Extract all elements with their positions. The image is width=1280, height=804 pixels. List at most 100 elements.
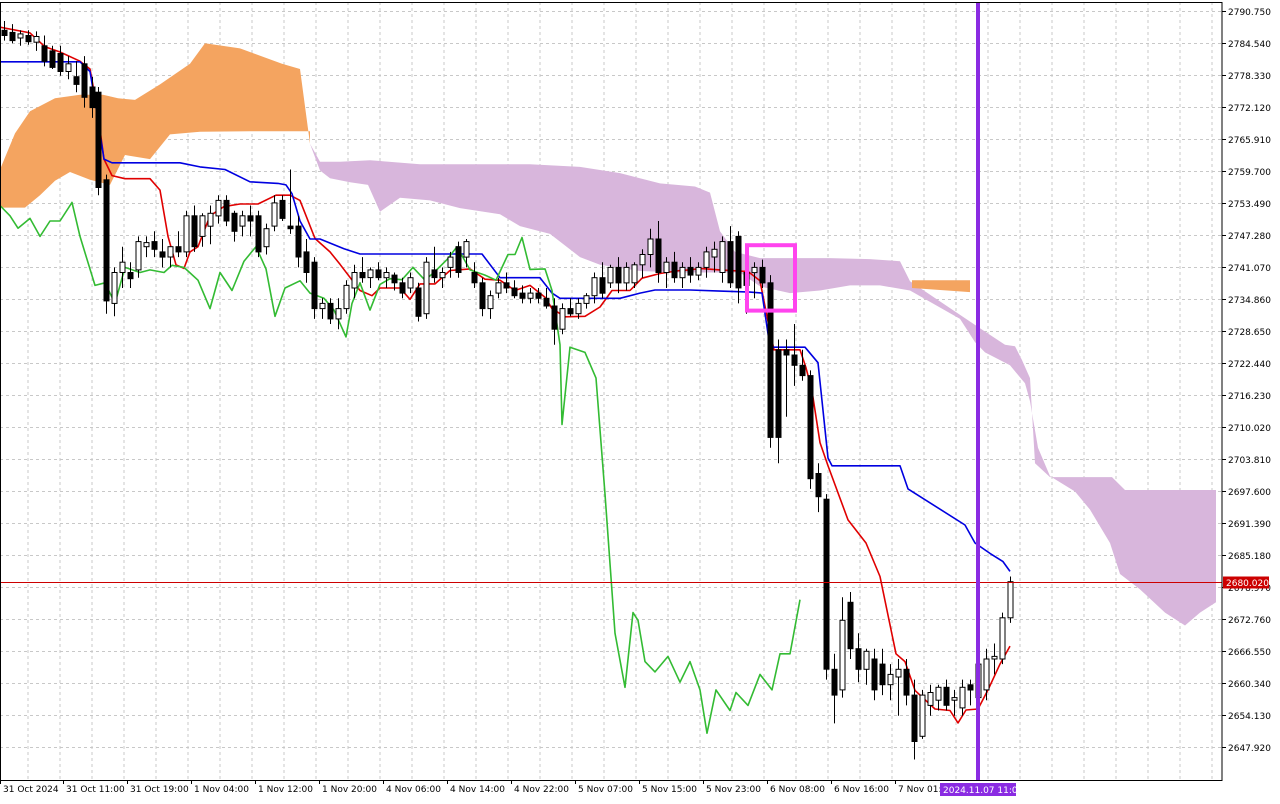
candle-body-bear	[799, 364, 806, 377]
candle-body-bull	[199, 215, 206, 237]
y-tick-label: 2647.920	[1228, 744, 1271, 754]
candle-body-bear	[823, 498, 830, 670]
candle-body-bull	[527, 292, 534, 299]
x-tick-label: 31 Oct 2024	[3, 785, 59, 795]
x-tick-label: 4 Nov 06:00	[386, 785, 441, 795]
y-tick-label: 2772.120	[1228, 104, 1271, 114]
y-tick-label: 2691.390	[1228, 520, 1271, 530]
y-tick-label: 2747.280	[1228, 232, 1271, 242]
candle-body-bear	[89, 86, 96, 109]
candle-body-bull	[495, 282, 502, 294]
current-price-label: 2680.020	[1226, 579, 1269, 589]
y-tick-label: 2672.760	[1228, 616, 1271, 626]
x-tick-label: 4 Nov 14:00	[450, 785, 505, 795]
x-tick-label: 6 Nov 16:00	[834, 785, 889, 795]
candle	[423, 257, 430, 319]
candle-body-bear	[391, 274, 398, 284]
candle-body-bear	[671, 261, 678, 279]
candle-body-bull	[207, 212, 214, 227]
candle-body-bear	[479, 282, 486, 310]
candle-body-bear	[295, 225, 302, 258]
candle-body-bear	[903, 668, 910, 696]
y-tick-label: 2685.180	[1228, 552, 1271, 562]
candle-body-bear	[415, 287, 422, 317]
candle-body-bull	[591, 277, 598, 297]
y-tick-label: 2697.600	[1228, 488, 1271, 498]
x-tick-label: 31 Oct 19:00	[130, 785, 189, 795]
candle	[919, 689, 926, 739]
candle-body-bear	[247, 215, 254, 222]
candle	[455, 241, 462, 278]
candle-body-bull	[407, 277, 414, 289]
candle-body-bear	[455, 246, 462, 273]
x-tick-label: 5 Nov 15:00	[642, 785, 697, 795]
candle-body-bull	[751, 266, 758, 274]
candle-body-bear	[471, 272, 478, 284]
candle-body-bull	[959, 686, 966, 709]
candle-body-bear	[767, 282, 774, 438]
candle-body-bear	[543, 297, 550, 307]
y-tick-label: 2703.810	[1228, 456, 1271, 466]
candle-body-bull	[679, 266, 686, 279]
candle-body-bull	[65, 63, 72, 72]
candle-body-bear	[831, 668, 838, 696]
y-tick-label: 2784.540	[1228, 40, 1271, 50]
candle-body-bull	[927, 692, 934, 706]
candle-body-bear	[223, 199, 230, 222]
y-tick-label: 2722.440	[1228, 360, 1271, 370]
candle-body-bear	[375, 269, 382, 279]
candle-body-bull	[559, 308, 566, 330]
candle-body-bear	[49, 50, 56, 68]
y-tick-label: 2710.020	[1228, 424, 1271, 434]
candle	[847, 592, 854, 659]
candle-body-bear	[151, 241, 158, 250]
candle-body-bull	[991, 655, 998, 660]
y-tick-label: 2759.700	[1228, 168, 1271, 178]
candle-body-bear	[327, 302, 334, 320]
candle-body-bear	[519, 292, 526, 299]
candle	[1007, 576, 1014, 623]
candle-body-bear	[127, 272, 134, 280]
candle	[807, 370, 814, 489]
candle-body-bear	[81, 63, 88, 98]
candle-body-bull	[447, 256, 454, 268]
candle-body-bull	[663, 261, 670, 274]
candle-body-bull	[951, 697, 958, 701]
candle	[415, 282, 422, 322]
candle-body-bear	[57, 53, 64, 72]
x-tick-label: 5 Nov 07:00	[578, 785, 633, 795]
candle-body-bull	[143, 242, 150, 248]
candle-body-bull	[271, 202, 278, 227]
cursor-time-label: 2024.11.07 11:00	[943, 786, 1024, 796]
candle-body-bull	[367, 269, 374, 279]
candle-body-bear	[687, 266, 694, 276]
candle	[343, 280, 350, 314]
candle-body-bear	[511, 287, 518, 297]
ichimoku-chart[interactable]: 2790.750 2784.540 2778.330 2772.120 2765.910…	[0, 0, 1280, 800]
candle-body-bull	[583, 295, 590, 304]
candle-body-bull	[983, 658, 990, 691]
candle-body-bull	[135, 241, 142, 271]
candle	[823, 494, 830, 680]
candle-body-bull	[919, 694, 926, 737]
candle-body-bear	[535, 292, 542, 299]
candle-body-bear	[103, 179, 110, 302]
candle-body-bull	[639, 254, 646, 266]
candle-body-bull	[487, 295, 494, 310]
candle-body-bull	[119, 261, 126, 274]
candle-body-bear	[599, 277, 606, 294]
y-tick-label: 2654.130	[1228, 712, 1271, 722]
candle-body-bear	[727, 241, 734, 284]
candle-body-bear	[735, 235, 742, 289]
candle-body-bear	[191, 215, 198, 248]
x-tick-label: 6 Nov 08:00	[770, 785, 825, 795]
candle-body-bear	[815, 473, 822, 498]
candle-body-bear	[399, 282, 406, 294]
candle-body-bear	[807, 375, 814, 480]
candle	[183, 210, 190, 258]
candle-body-bear	[911, 694, 918, 742]
candle-body-bear	[303, 251, 310, 273]
x-tick-label: 1 Nov 20:00	[322, 785, 377, 795]
x-tick-label: 31 Oct 11:00	[66, 785, 125, 795]
candle-body-bear	[25, 35, 32, 43]
